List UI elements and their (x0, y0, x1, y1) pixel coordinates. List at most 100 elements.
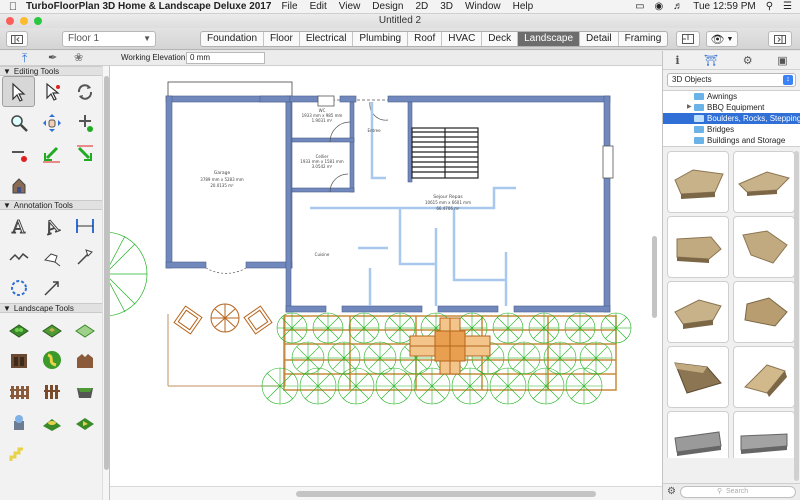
settings-icon[interactable]: ⚙ (743, 54, 753, 67)
rotate-tool[interactable] (68, 76, 101, 107)
stone-thumbnail[interactable] (733, 216, 795, 278)
tab-electrical[interactable]: Electrical (300, 32, 354, 46)
close-window-icon[interactable] (6, 17, 14, 25)
scrollbar-thumb[interactable] (104, 76, 109, 470)
label-tool[interactable] (68, 241, 101, 272)
stone-thumbnail[interactable] (733, 151, 795, 213)
building-tool[interactable] (2, 169, 35, 200)
gate-tool[interactable] (35, 375, 68, 406)
canvas-vertical-scrollbar[interactable] (652, 236, 657, 318)
tree-symbol[interactable] (565, 367, 603, 405)
tree-symbol[interactable] (507, 341, 541, 375)
palette-scrollbar[interactable] (102, 66, 109, 500)
view-options-button[interactable]: 👁 ▼ (706, 31, 738, 47)
tree-symbol[interactable] (489, 367, 527, 405)
tab-plumbing[interactable]: Plumbing (353, 32, 409, 46)
extend-tool[interactable] (68, 138, 101, 169)
tree-symbol[interactable] (291, 341, 325, 375)
tree-symbol[interactable] (564, 312, 596, 344)
tree-symbol[interactable] (261, 367, 299, 405)
stairs-tool[interactable] (2, 437, 35, 468)
tab-deck[interactable]: Deck (482, 32, 519, 46)
select-point-tool[interactable] (35, 76, 68, 107)
add-point-tool[interactable] (68, 107, 101, 138)
tree-item-bridges[interactable]: Bridges (663, 124, 800, 135)
tab-landscape[interactable]: Landscape (518, 32, 581, 46)
library-scrollbar[interactable] (794, 151, 799, 481)
tree-symbol[interactable] (276, 312, 308, 344)
tree-symbol[interactable] (600, 312, 632, 344)
patio-furniture[interactable] (173, 303, 273, 335)
plant-bed-tool[interactable] (2, 313, 35, 344)
fence-section-tool[interactable] (68, 344, 101, 375)
select-tool[interactable] (2, 76, 35, 107)
staircase[interactable] (411, 127, 479, 179)
pan-tool[interactable] (35, 107, 68, 138)
annotation-tools-header[interactable]: ▼ Annotation Tools (0, 200, 109, 210)
tree-symbol[interactable] (527, 367, 565, 405)
zoom-tool[interactable] (2, 107, 35, 138)
menu-view[interactable]: View (339, 1, 361, 12)
pin-tool-icon[interactable]: ⤒ (22, 52, 27, 64)
gear-icon[interactable]: ⚙ (667, 486, 676, 498)
break-line-tool[interactable] (2, 241, 35, 272)
stone-thumbnail[interactable] (667, 216, 729, 278)
tree-item-awnings[interactable]: Awnings (663, 91, 800, 102)
stone-thumbnail[interactable] (733, 346, 795, 408)
plan-view-button[interactable] (676, 31, 700, 47)
tab-hvac[interactable]: HVAC (442, 32, 483, 46)
disclosure-icon[interactable]: ▶ (687, 102, 692, 113)
floor-select[interactable]: Floor 1 ▼ (62, 31, 156, 47)
tree-item-buildings[interactable]: Buildings and Storage (663, 135, 800, 146)
revision-cloud-tool[interactable] (2, 272, 35, 303)
tab-floor[interactable]: Floor (264, 32, 300, 46)
scrollbar-thumb[interactable] (296, 491, 596, 497)
menu-design[interactable]: Design (372, 1, 403, 12)
info-icon[interactable]: i (675, 54, 679, 67)
library-search-input[interactable]: ⚲ Search (680, 486, 796, 498)
raised-bed-tool[interactable] (68, 375, 101, 406)
stone-thumbnail[interactable] (733, 281, 795, 343)
stone-thumbnail[interactable] (667, 151, 729, 213)
toggle-sidebar-button[interactable] (6, 31, 28, 47)
paintbrush-icon[interactable]: ✒ (48, 52, 57, 64)
library-category-select[interactable]: 3D Objects ↕ (667, 73, 796, 87)
book-icon[interactable]: ▣ (777, 54, 787, 67)
garage-walls[interactable] (165, 95, 293, 269)
trim-tool[interactable] (35, 138, 68, 169)
window[interactable] (602, 145, 614, 179)
working-elevation-input[interactable]: 0 mm (186, 52, 265, 64)
volume-icon[interactable]: ♬ (673, 1, 683, 12)
editing-tools-header[interactable]: ▼ Editing Tools (0, 66, 109, 76)
lawn-tool[interactable] (68, 313, 101, 344)
tree-item-boulders[interactable]: Boulders, Rocks, Stepping Stones (663, 113, 800, 124)
floor-plan-drawing[interactable]: Garage 3789 mm x 5283 mm 20.0135 m² WC 1… (110, 66, 662, 486)
delete-point-tool[interactable] (2, 138, 35, 169)
tree-symbol[interactable] (528, 312, 560, 344)
tree-symbol[interactable] (375, 367, 413, 405)
menu-file[interactable]: File (281, 1, 297, 12)
menu-help[interactable]: Help (513, 1, 534, 12)
tree-symbol[interactable] (312, 312, 344, 344)
tree-symbol[interactable] (363, 341, 397, 375)
tree-icon[interactable]: ❀ (74, 52, 83, 64)
terrain-tool[interactable] (35, 406, 68, 437)
shed-tool[interactable] (2, 344, 35, 375)
text-tool[interactable]: A (2, 210, 35, 241)
dimension-tool[interactable] (68, 210, 101, 241)
apple-icon[interactable]:  (0, 1, 26, 13)
tree-symbol[interactable] (337, 367, 375, 405)
menu-edit[interactable]: Edit (310, 1, 327, 12)
tree-symbol[interactable] (579, 341, 613, 375)
chair-icon[interactable]: ⛩ (704, 54, 718, 67)
wifi-icon[interactable]: ◉ (655, 1, 664, 12)
tab-framing[interactable]: Framing (619, 32, 668, 46)
tree-symbol[interactable] (492, 312, 524, 344)
landscape-tools-header[interactable]: ▼ Landscape Tools (0, 303, 109, 313)
stone-thumbnail[interactable] (667, 346, 729, 408)
canvas-horizontal-scrollbar[interactable] (110, 486, 662, 500)
tree-symbol[interactable] (110, 231, 148, 317)
menu-window[interactable]: Window (465, 1, 501, 12)
callout-tool[interactable] (35, 241, 68, 272)
tree-symbol[interactable] (543, 341, 577, 375)
